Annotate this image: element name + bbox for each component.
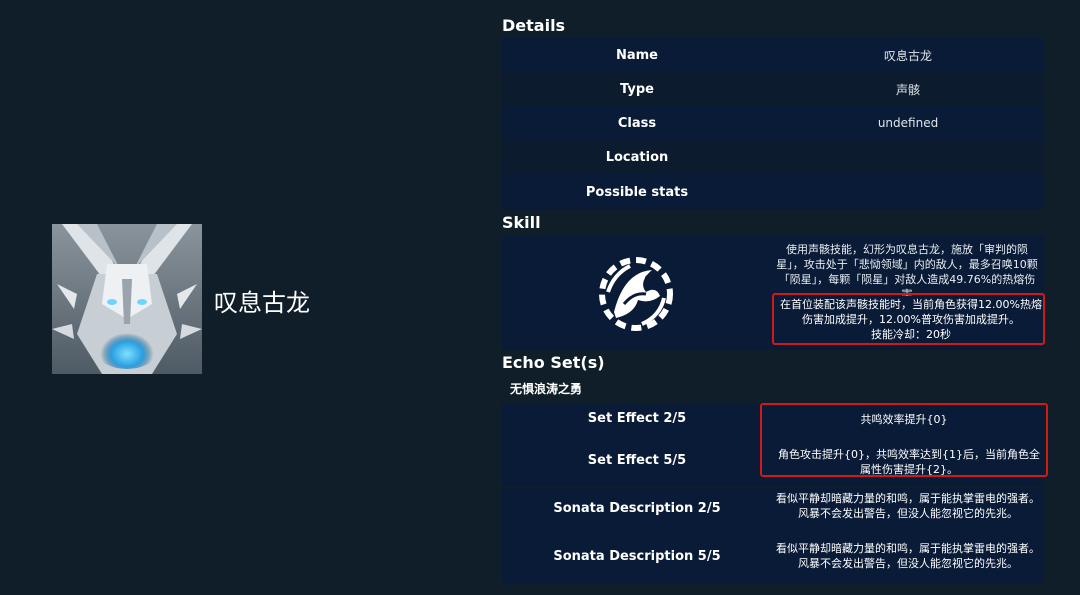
skill-highlight-line2: 技能冷却：20秒 xyxy=(871,328,951,341)
details-value: 声骸 xyxy=(895,82,920,97)
echo-set-name: 无惧浪涛之勇 xyxy=(510,382,583,396)
skill-highlight-text: 在首位装配该声骸技能时，当前角色获得12.00%热熔伤害加成提升，12.00%普… xyxy=(778,297,1044,342)
dragon-portrait-image xyxy=(52,224,202,374)
set-effect-5-label: Set Effect 5/5 xyxy=(587,453,687,468)
details-row-location: Location xyxy=(502,140,1044,174)
sonata-description-5-label: Sonata Description 5/5 xyxy=(553,549,721,564)
details-value: 叹息古龙 xyxy=(883,48,932,63)
details-row-class: Class undefined xyxy=(502,106,1044,140)
details-section-title: Details xyxy=(502,16,566,35)
echo-sets-section-title: Echo Set(s) xyxy=(502,353,605,372)
row-divider xyxy=(502,486,1044,488)
details-row-possible-stats: Possible stats xyxy=(502,174,1044,210)
sonata-description-5-value: 看似平静却暗藏力量的和鸣，属于能执掌雷电的强者。风暴不会发出警告，但没人能忽视它… xyxy=(776,542,1040,570)
skill-dragon-emblem-icon xyxy=(594,252,678,336)
details-label: Location xyxy=(605,149,669,165)
skill-highlight-box: 在首位装配该声骸技能时，当前角色获得12.00%热熔伤害加成提升，12.00%普… xyxy=(772,293,1045,345)
details-label: Possible stats xyxy=(585,184,689,200)
details-row-name: Name 叹息古龙 xyxy=(502,38,1044,72)
details-label: Type xyxy=(620,81,654,97)
details-label: Class xyxy=(617,115,657,131)
skill-section-title: Skill xyxy=(502,213,541,232)
skill-description: 使用声骸技能，幻形为叹息古龙，施放「审判的陨星」，攻击处于「悲恸领域」内的敌人，… xyxy=(776,243,1038,296)
sonata-description-2-value: 看似平静却暗藏力量的和鸣，属于能执掌雷电的强者。风暴不会发出警告，但没人能忽视它… xyxy=(776,492,1040,520)
details-label: Name xyxy=(615,47,658,63)
skill-highlight-line1: 在首位装配该声骸技能时，当前角色获得12.00%热熔伤害加成提升，12.00%普… xyxy=(780,298,1042,326)
skill-block: 使用声骸技能，幻形为叹息古龙，施放「审判的陨星」，攻击处于「悲恸领域」内的敌人，… xyxy=(502,236,1045,350)
details-row-type: Type 声骸 xyxy=(502,72,1044,106)
set-effect-5-value: 角色攻击提升{0}，共鸣效率达到{1}后，当前角色全属性伤害提升{2}。 xyxy=(778,448,1040,476)
set-effect-2-label: Set Effect 2/5 xyxy=(587,411,687,426)
set-effect-2-value: 共鸣效率提升{0} xyxy=(860,413,948,426)
set-effect-highlight-box: 共鸣效率提升{0} 角色攻击提升{0}，共鸣效率达到{1}后，当前角色全属性伤害… xyxy=(760,403,1048,477)
details-value: undefined xyxy=(877,116,939,130)
echo-set-table: Set Effect 2/5 Set Effect 5/5 共鸣效率提升{0} … xyxy=(502,403,1048,583)
hero-name: 叹息古龙 xyxy=(214,289,310,317)
sonata-description-2-label: Sonata Description 2/5 xyxy=(553,501,721,516)
